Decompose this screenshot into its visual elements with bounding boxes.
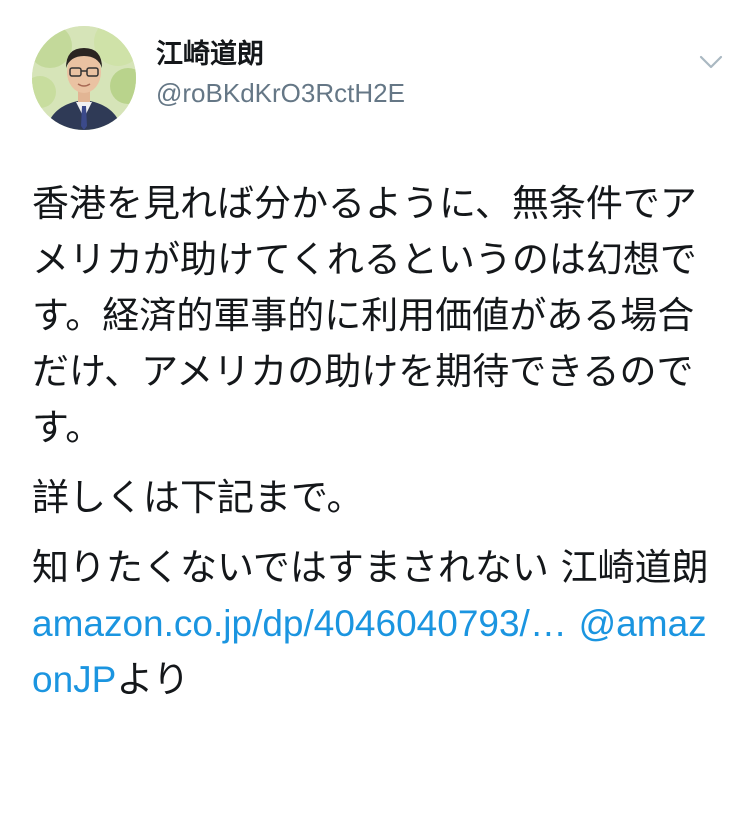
amazon-link[interactable]: amazon.co.jp/dp/4046040793/…: [32, 603, 567, 644]
author-names: 江崎道朗 @roBKdKrO3RctH2E: [156, 38, 405, 110]
tweet-paragraph: 香港を見れば分かるように、無条件でアメリカが助けてくれるというのは幻想です。経済…: [32, 182, 697, 449]
user-handle[interactable]: @roBKdKrO3RctH2E: [156, 76, 405, 110]
tweet: 江崎道朗 @roBKdKrO3RctH2E 香港を見れば分かるように、無条件でア…: [0, 0, 750, 828]
spacer-text: [567, 602, 579, 645]
book-reference-text: 知りたくないではすまされない 江崎道朗: [32, 546, 709, 589]
chevron-down-icon[interactable]: [698, 54, 724, 70]
display-name[interactable]: 江崎道朗: [156, 38, 405, 72]
tweet-header: 江崎道朗 @roBKdKrO3RctH2E: [32, 24, 732, 134]
tweet-paragraph: 知りたくないではすまされない 江崎道朗 amazon.co.jp/dp/4046…: [32, 540, 722, 708]
tweet-paragraph: 詳しくは下記まで。: [32, 476, 364, 519]
avatar[interactable]: [32, 26, 136, 130]
tweet-text: 香港を見れば分かるように、無条件でアメリカが助けてくれるというのは幻想です。経済…: [32, 176, 722, 722]
suffix-text: より: [116, 658, 190, 701]
